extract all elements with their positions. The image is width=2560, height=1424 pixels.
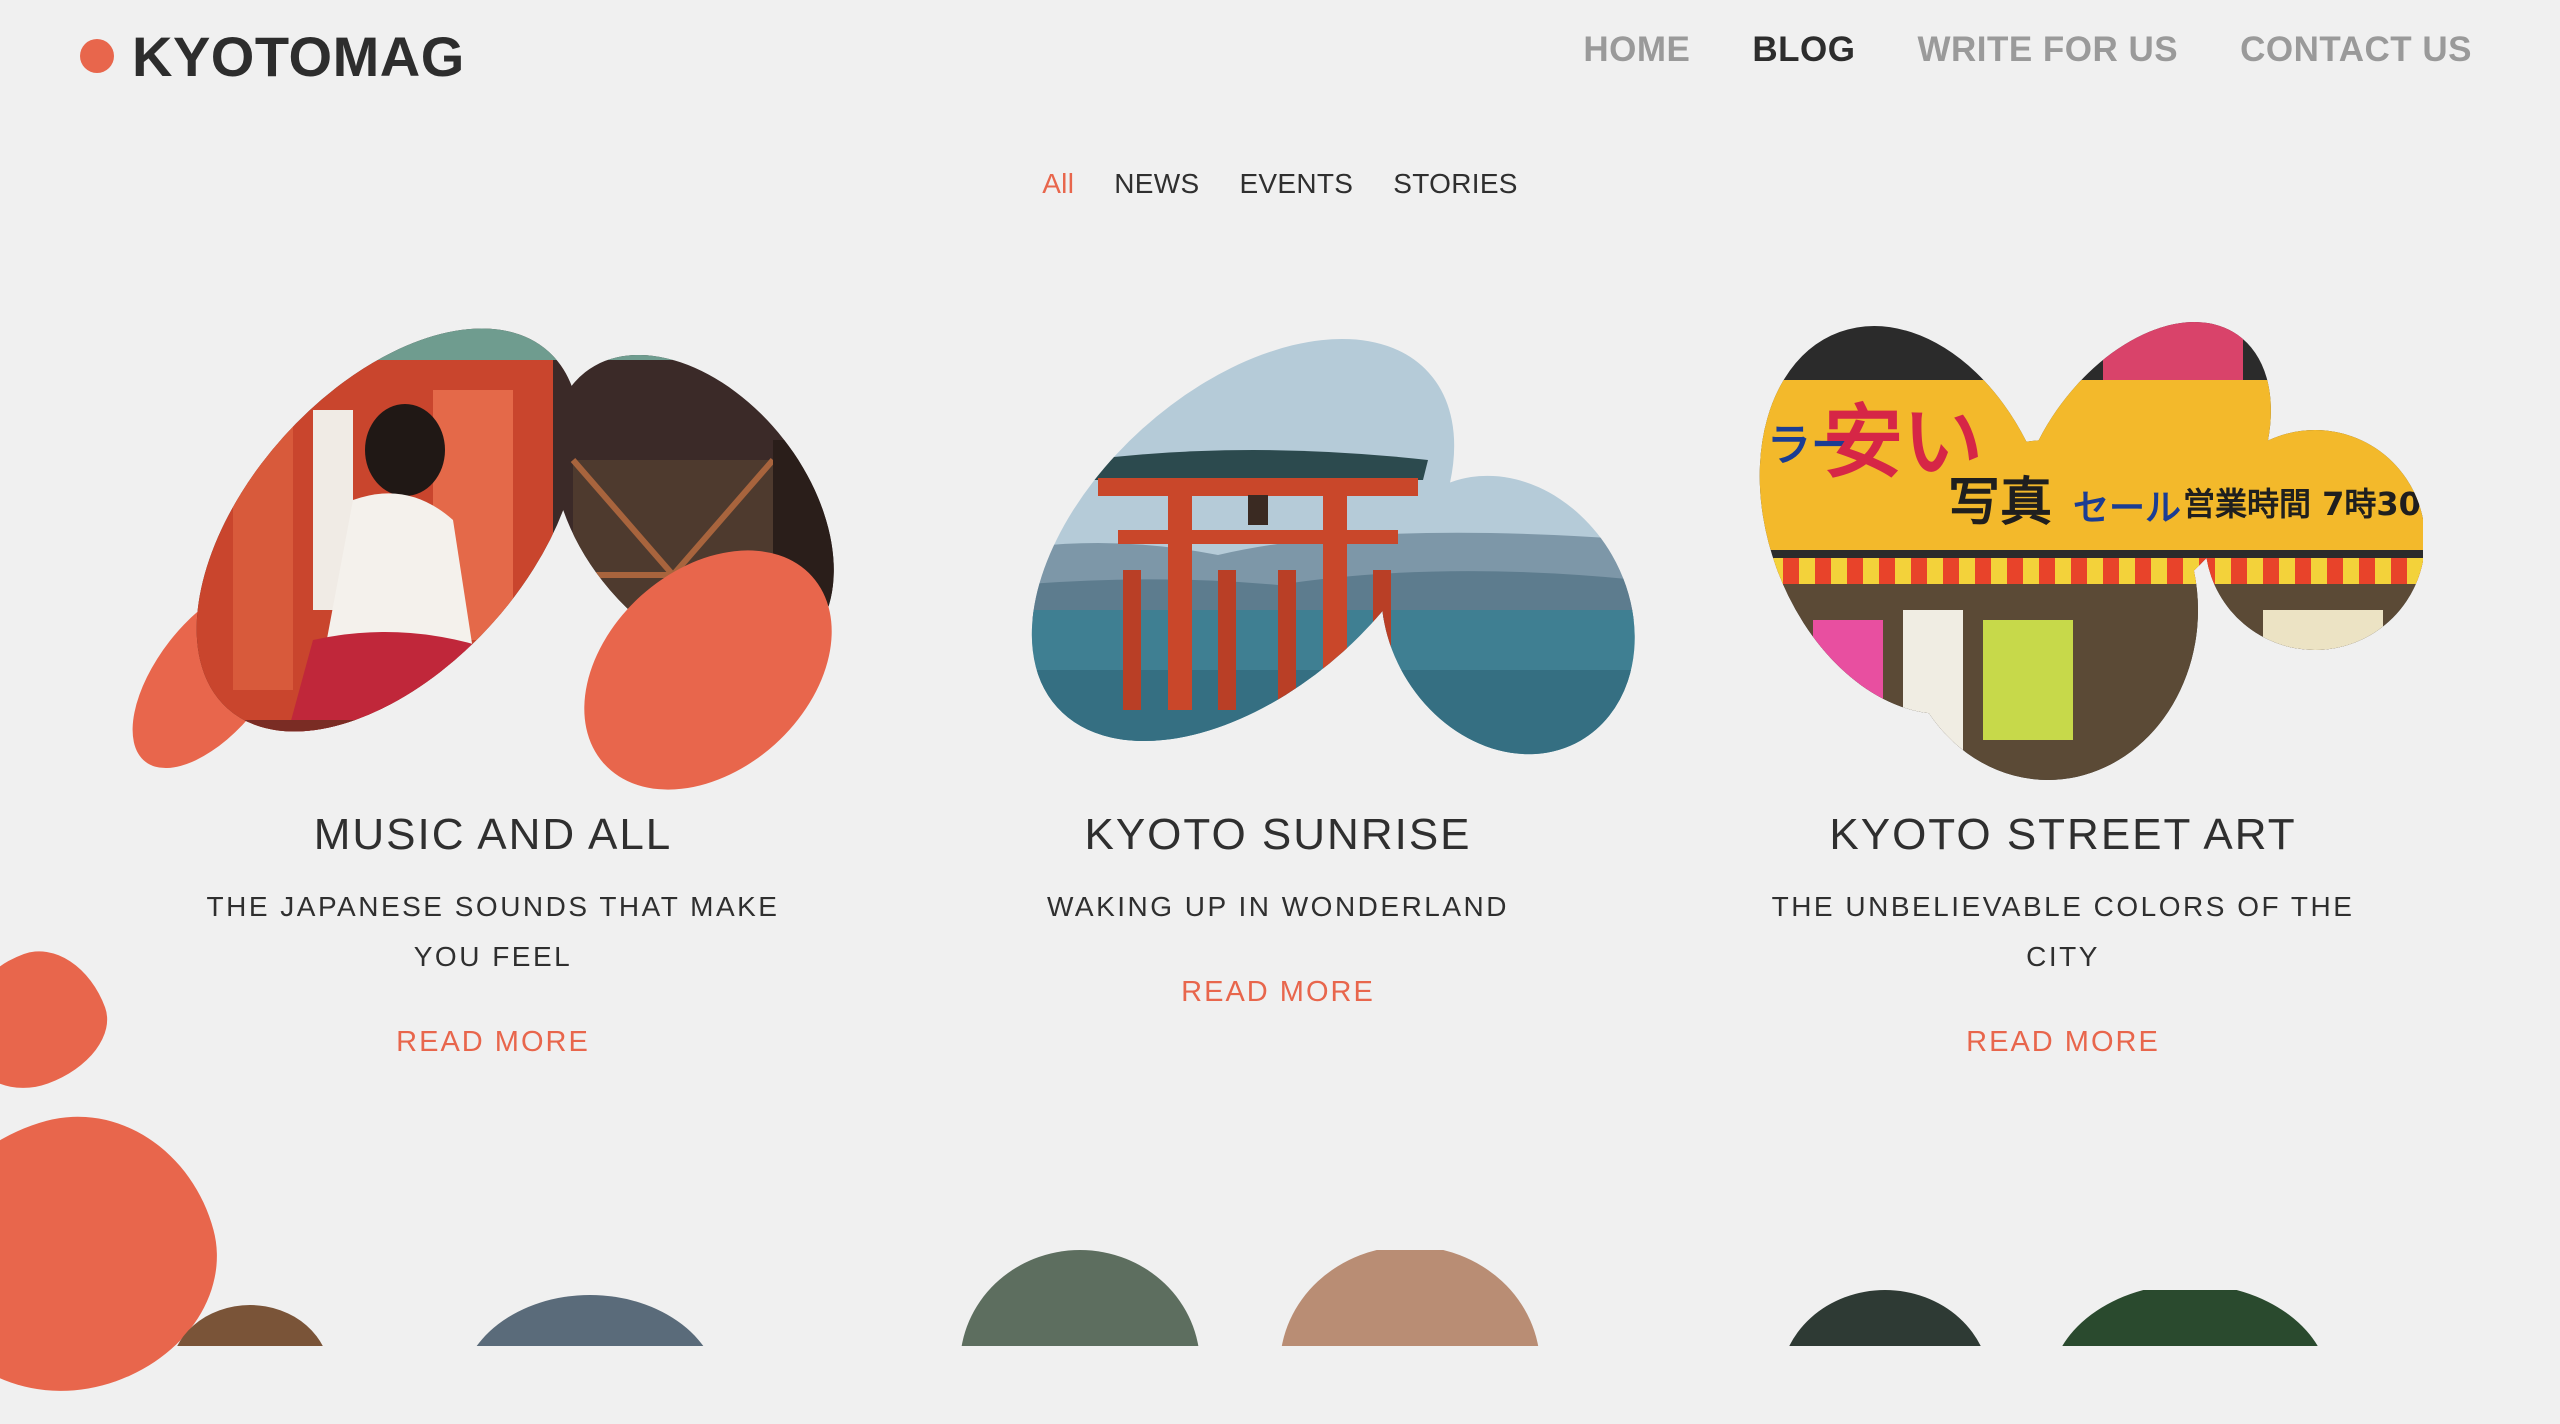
- post-image-partial[interactable]: [960, 1250, 1580, 1346]
- post-card-music: MUSIC AND ALL THE JAPANESE SOUNDS THAT M…: [132, 320, 853, 1059]
- nav-contact-us[interactable]: CONTACT US: [2240, 30, 2472, 70]
- post-card-street-art: カラー 安い 写真 セール 営業時間 7時30分 KYOTO STREET AR…: [1703, 320, 2425, 1059]
- post-card-sunrise: KYOTO SUNRISE WAKING UP IN WONDERLAND RE…: [918, 320, 1638, 1009]
- post-title: KYOTO SUNRISE: [1084, 810, 1472, 859]
- post-subtitle: THE UNBELIEVABLE COLORS OF THE CITY: [1771, 891, 2355, 972]
- site-logo[interactable]: KYOTOMAG: [80, 18, 465, 94]
- decorative-blob: [0, 1086, 245, 1424]
- category-filters: All NEWS EVENTS STORIES: [0, 168, 2560, 200]
- sign-text-sale: セール: [2073, 488, 2181, 529]
- post-image-partial[interactable]: [1780, 1290, 2380, 1346]
- filter-all[interactable]: All: [1042, 168, 1074, 200]
- filter-events[interactable]: EVENTS: [1239, 168, 1353, 200]
- shrine-musician-image: [132, 320, 853, 790]
- filter-news[interactable]: NEWS: [1114, 168, 1199, 200]
- post-image-sunrise[interactable]: [918, 320, 1638, 790]
- read-more-link[interactable]: READ MORE: [1181, 976, 1375, 1009]
- filter-stories[interactable]: STORIES: [1393, 168, 1518, 200]
- nav-home[interactable]: HOME: [1583, 30, 1690, 70]
- post-image-music[interactable]: [132, 320, 853, 790]
- post-image-street-art[interactable]: カラー 安い 写真 セール 営業時間 7時30分: [1703, 320, 2425, 790]
- shop-sign-image: カラー 安い 写真 セール 営業時間 7時30分: [1708, 320, 2425, 780]
- post-title: KYOTO STREET ART: [1829, 810, 2297, 859]
- logo-dot-icon: [80, 39, 114, 73]
- post-image-partial[interactable]: [170, 1290, 740, 1346]
- read-more-link[interactable]: READ MORE: [1966, 1026, 2160, 1059]
- torii-gate-image: [956, 320, 1638, 790]
- nav-blog[interactable]: BLOG: [1752, 30, 1855, 70]
- decorative-blob: [0, 934, 123, 1106]
- main-nav: HOME BLOG WRITE FOR US CONTACT US: [1583, 30, 2472, 70]
- sign-text-photo: 写真: [1948, 473, 2052, 533]
- nav-write-for-us[interactable]: WRITE FOR US: [1917, 30, 2178, 70]
- post-title: MUSIC AND ALL: [313, 810, 673, 859]
- sign-text-hours: 営業時間 7時30分: [2183, 485, 2453, 523]
- post-subtitle: WAKING UP IN WONDERLAND: [1047, 891, 1509, 922]
- post-subtitle: THE JAPANESE SOUNDS THAT MAKE YOU FEEL: [206, 891, 780, 972]
- read-more-link[interactable]: READ MORE: [396, 1026, 590, 1059]
- logo-text: KYOTOMAG: [132, 24, 465, 88]
